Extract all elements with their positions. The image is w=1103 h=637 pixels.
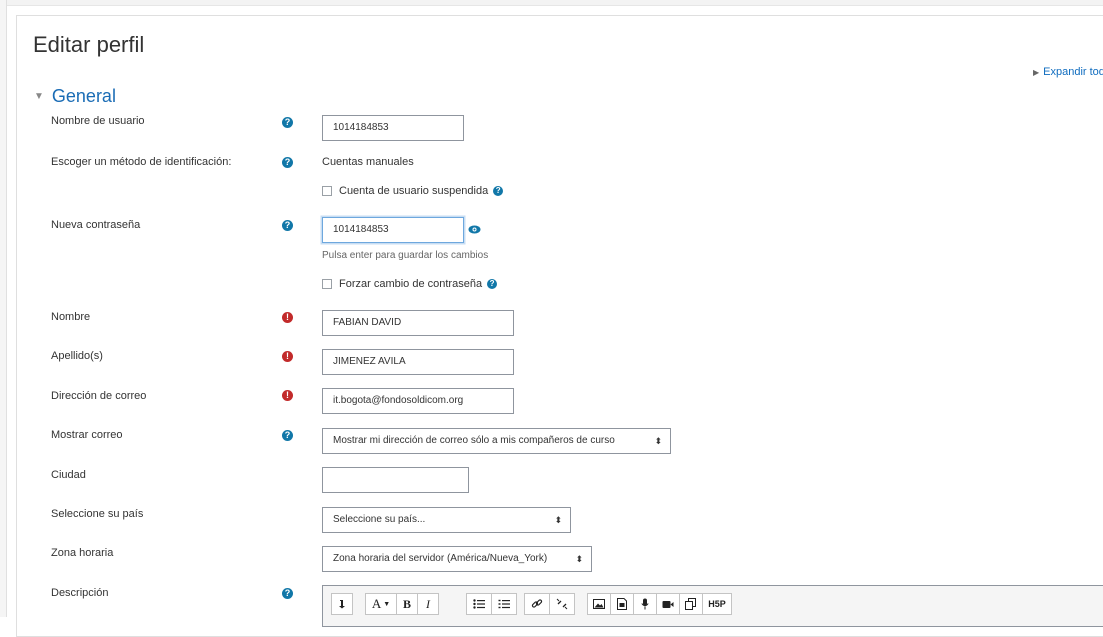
- font-style-button[interactable]: A ▼: [365, 593, 397, 615]
- email-label: Dirección de correo: [51, 390, 147, 402]
- city-input[interactable]: [322, 467, 469, 493]
- city-label: Ciudad: [51, 469, 86, 481]
- username-input[interactable]: 1014184853: [322, 115, 464, 141]
- toolbar-toggle-button[interactable]: [331, 593, 353, 615]
- select-arrows-icon: ⬍: [575, 554, 583, 564]
- numbered-list-icon: [498, 599, 510, 609]
- force-change-checkbox-row[interactable]: Forzar cambio de contraseña ?: [322, 278, 498, 290]
- page-title: Editar perfil: [33, 32, 145, 57]
- timezone-select[interactable]: Zona horaria del servidor (América/Nueva…: [322, 546, 592, 572]
- toolbar-group-links: [524, 593, 575, 615]
- help-icon[interactable]: ?: [282, 117, 293, 128]
- expand-all-label: Expandir todo: [1043, 66, 1103, 78]
- copy-files-icon: [685, 598, 696, 610]
- toolbar-group-media: H5P: [587, 593, 732, 615]
- bold-button[interactable]: B: [396, 593, 418, 615]
- expand-all-link[interactable]: ▶Expandir todo: [1033, 66, 1103, 78]
- description-label: Descripción: [51, 587, 109, 599]
- reveal-password-eye-icon[interactable]: [468, 225, 481, 234]
- suspended-label: Cuenta de usuario suspendida: [339, 185, 489, 197]
- help-icon[interactable]: ?: [487, 279, 498, 289]
- password-hint: Pulsa enter para guardar los cambios: [322, 250, 489, 261]
- suspended-checkbox-row[interactable]: Cuenta de usuario suspendida ?: [322, 185, 504, 197]
- auth-method-value: Cuentas manuales: [322, 156, 414, 168]
- numbered-list-button[interactable]: [491, 593, 517, 615]
- new-password-input[interactable]: 1014184853: [322, 217, 464, 243]
- help-icon[interactable]: ?: [282, 220, 293, 231]
- link-button[interactable]: [524, 593, 550, 615]
- select-arrows-icon: ⬍: [554, 515, 562, 525]
- force-change-checkbox[interactable]: [322, 279, 332, 289]
- italic-button[interactable]: I: [417, 593, 439, 615]
- country-select[interactable]: Seleccione su país... ⬍: [322, 507, 571, 533]
- email-display-label: Mostrar correo: [51, 429, 123, 441]
- email-input[interactable]: it.bogota@fondosoldicom.org: [322, 388, 514, 414]
- email-display-select[interactable]: Mostrar mi dirección de correo sólo a mi…: [322, 428, 671, 454]
- record-video-button[interactable]: [656, 593, 680, 615]
- toolbar-group-lists: [466, 593, 517, 615]
- collapse-caret-icon: ▼: [34, 91, 44, 102]
- edit-profile-card: [16, 15, 1103, 637]
- username-label: Nombre de usuario: [51, 115, 145, 127]
- toolbar-group-collapse: [331, 593, 353, 615]
- insert-media-button[interactable]: [610, 593, 634, 615]
- insert-image-button[interactable]: [587, 593, 611, 615]
- country-label: Seleccione su país: [51, 508, 144, 520]
- country-value: Seleccione su país...: [333, 514, 426, 525]
- email-display-value: Mostrar mi dirección de correo sólo a mi…: [333, 435, 615, 446]
- auth-method-label: Escoger un método de identificación:: [51, 156, 232, 168]
- timezone-value: Zona horaria del servidor (América/Nueva…: [333, 553, 548, 564]
- bullet-list-icon: [473, 599, 485, 609]
- suspended-checkbox[interactable]: [322, 186, 332, 196]
- required-icon: !: [282, 390, 293, 401]
- manage-files-button[interactable]: [679, 593, 703, 615]
- required-icon: !: [282, 351, 293, 362]
- required-icon: !: [282, 312, 293, 323]
- first-name-label: Nombre: [51, 311, 91, 323]
- image-icon: [593, 599, 605, 609]
- record-audio-button[interactable]: [633, 593, 657, 615]
- help-icon[interactable]: ?: [282, 588, 293, 599]
- help-icon[interactable]: ?: [493, 186, 504, 196]
- last-name-input[interactable]: JIMENEZ AVILA: [322, 349, 514, 375]
- timezone-label: Zona horaria: [51, 547, 114, 559]
- insert-h5p-button[interactable]: H5P: [702, 593, 732, 615]
- toolbar-toggle-icon: [339, 600, 345, 609]
- media-file-icon: [617, 598, 627, 610]
- new-password-label: Nueva contraseña: [51, 219, 141, 231]
- dropdown-caret-icon: ▼: [383, 600, 391, 608]
- description-editor[interactable]: A ▼ B I H5P: [322, 585, 1103, 627]
- link-icon: [531, 599, 543, 608]
- font-a-label: A: [371, 596, 382, 611]
- unlink-icon: [556, 598, 568, 610]
- force-change-label: Forzar cambio de contraseña: [339, 278, 483, 290]
- section-general-label: General: [51, 86, 116, 106]
- bullet-list-button[interactable]: [466, 593, 492, 615]
- help-icon[interactable]: ?: [282, 157, 293, 168]
- section-general-toggle[interactable]: ▼ General: [34, 86, 116, 107]
- select-arrows-icon: ⬍: [654, 436, 662, 446]
- left-gutter: [0, 0, 7, 617]
- microphone-icon: [641, 598, 649, 610]
- expand-triangle-icon: ▶: [1033, 68, 1040, 77]
- first-name-input[interactable]: FABIAN DAVID: [322, 310, 514, 336]
- last-name-label: Apellido(s): [51, 350, 103, 362]
- toolbar-group-text: A ▼ B I: [365, 593, 439, 615]
- unlink-button[interactable]: [549, 593, 575, 615]
- video-camera-icon: [662, 600, 674, 608]
- top-edge: [0, 0, 1103, 6]
- help-icon[interactable]: ?: [282, 430, 293, 441]
